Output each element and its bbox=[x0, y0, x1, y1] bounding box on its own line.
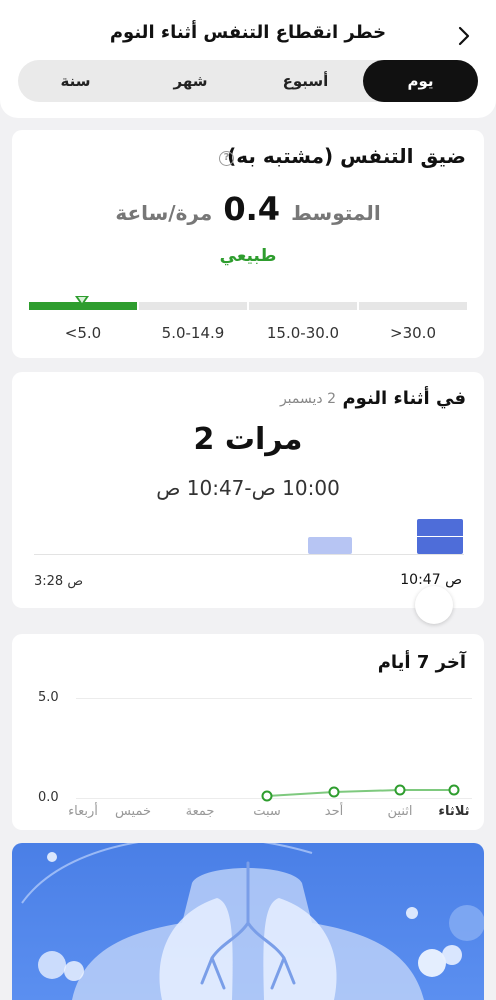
week-line-chart bbox=[261, 784, 460, 802]
breathing-card-title: ضيق التنفس (مشتبه به) bbox=[227, 144, 466, 168]
during-sleep-title: في أثناء النوم bbox=[342, 388, 466, 409]
day-label-sat: سبت bbox=[253, 804, 281, 819]
top-header: خطر انقطاع التنفس أثناء النوم يوم أسبوع … bbox=[0, 0, 496, 118]
timeline-bar-divider bbox=[417, 536, 463, 537]
timeline-scrubber-handle[interactable] bbox=[415, 586, 453, 624]
event-count: 2 مرات bbox=[193, 422, 303, 457]
tab-year[interactable]: سنة bbox=[18, 60, 133, 102]
day-label-sun: أحد bbox=[324, 804, 344, 819]
scale-label-moderate: 15.0-30.0 bbox=[266, 324, 340, 342]
average-row: المتوسط 0.4 مرة/ساعة bbox=[12, 190, 484, 228]
tab-day[interactable]: يوم bbox=[363, 60, 478, 102]
value-marker-inner bbox=[78, 297, 86, 303]
scale-segment-mild bbox=[139, 302, 247, 310]
day-label-fri: جمعة bbox=[185, 804, 215, 819]
data-point[interactable] bbox=[448, 784, 460, 796]
during-sleep-card: في أثناء النوم 2 ديسمبر 2 مرات 10:00 ص-1… bbox=[12, 372, 484, 608]
scale-label-severe: >30.0 bbox=[390, 324, 436, 342]
scale-segment-moderate bbox=[249, 302, 357, 310]
data-point[interactable] bbox=[394, 784, 406, 796]
lungs-illustration bbox=[21, 843, 484, 1000]
average-value: 0.4 bbox=[223, 190, 281, 228]
chevron-back-icon[interactable] bbox=[452, 24, 476, 48]
timeline-start-time: 3:28 ص bbox=[34, 574, 84, 589]
average-label: المتوسط bbox=[291, 201, 381, 225]
series-line bbox=[266, 789, 454, 797]
day-label-wed: أربعاء bbox=[68, 804, 98, 819]
event-time-range: 10:00 ص-10:47 ص bbox=[156, 476, 340, 500]
data-point[interactable] bbox=[328, 786, 340, 798]
data-point[interactable] bbox=[261, 790, 273, 802]
last-7-days-card: آخر 7 أيام 5.0 0.0 ثلاثاء اثنين أحد سبت … bbox=[12, 634, 484, 830]
average-unit: مرة/ساعة bbox=[115, 201, 213, 225]
day-label-tue: ثلاثاء bbox=[438, 804, 470, 819]
scale-label-mild: 5.0-14.9 bbox=[161, 324, 225, 342]
page-title: خطر انقطاع التنفس أثناء النوم bbox=[109, 22, 387, 43]
timeline-bar-light[interactable] bbox=[308, 537, 352, 554]
scale-segment-severe bbox=[359, 302, 467, 310]
breathing-summary-card: ضيق التنفس (مشتبه به) ? المتوسط 0.4 مرة/… bbox=[12, 130, 484, 358]
day-label-mon: اثنين bbox=[387, 804, 413, 819]
tab-month[interactable]: شهر bbox=[133, 60, 248, 102]
scale-label-normal: <5.0 bbox=[64, 324, 102, 342]
help-icon[interactable]: ? bbox=[219, 151, 234, 166]
status-label: طبيعي bbox=[219, 246, 277, 266]
tab-week[interactable]: أسبوع bbox=[248, 60, 363, 102]
sleep-date: 2 ديسمبر bbox=[279, 391, 336, 407]
timeline-axis bbox=[34, 554, 464, 555]
lungs-illustration-banner[interactable] bbox=[12, 843, 484, 1000]
period-tabs: يوم أسبوع شهر سنة bbox=[18, 60, 478, 102]
